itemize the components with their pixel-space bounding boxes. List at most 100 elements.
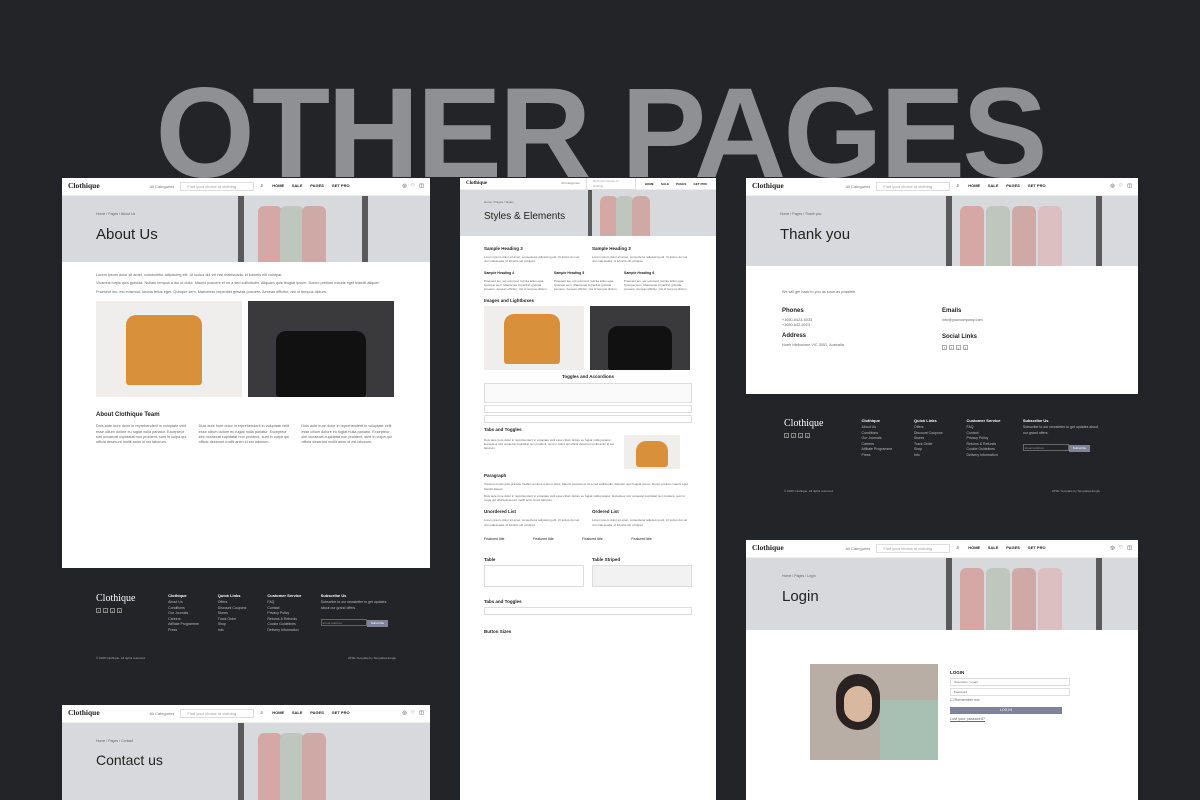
- page-banner: Home / Pages / About Us About Us: [62, 196, 430, 262]
- accordion-item[interactable]: [484, 607, 692, 616]
- nav-get-pro[interactable]: GET PRO: [332, 183, 350, 188]
- brand-logo[interactable]: Clothique: [466, 180, 487, 187]
- search-icon[interactable]: ⌕: [260, 183, 263, 190]
- facebook-icon[interactable]: f: [784, 433, 789, 438]
- user-icon[interactable]: ◎: [402, 710, 406, 717]
- paragraph-text: Duis aute irure dolor in reprehenderit i…: [484, 493, 685, 502]
- credit-link[interactable]: HTML Template by TemplatesJungle: [348, 656, 396, 660]
- cart-icon[interactable]: ◫: [419, 710, 424, 717]
- black-tshirt-image[interactable]: [590, 306, 690, 371]
- nav-sale[interactable]: SALE: [292, 183, 303, 188]
- wishlist-icon[interactable]: ♡: [1119, 545, 1123, 552]
- twitter-icon[interactable]: t: [791, 433, 796, 438]
- featured-item: Featured title: [484, 536, 505, 541]
- footer-logo[interactable]: Clothique: [784, 418, 850, 429]
- youtube-icon[interactable]: y: [110, 608, 115, 613]
- search-input[interactable]: Find your choice of clothing: [876, 181, 951, 192]
- twitter-icon[interactable]: t: [103, 608, 108, 613]
- nav-get-pro[interactable]: GET PRO: [1028, 183, 1046, 188]
- brand-logo[interactable]: Clothique: [68, 708, 100, 719]
- category-select[interactable]: All Categories: [845, 546, 870, 552]
- footer-link[interactable]: Delivery Information: [967, 453, 1011, 459]
- cart-icon[interactable]: ◫: [1127, 545, 1132, 552]
- cart-icon[interactable]: ◫: [419, 183, 424, 190]
- nav-pages[interactable]: PAGES: [310, 710, 324, 715]
- top-nav: Clothique All Categories Find your choic…: [62, 705, 430, 723]
- category-select[interactable]: All Categories: [561, 181, 580, 185]
- social-links: f t y x: [942, 345, 1102, 351]
- x-icon[interactable]: x: [117, 608, 122, 613]
- user-icon[interactable]: ◎: [1110, 183, 1114, 190]
- facebook-icon[interactable]: f: [942, 345, 947, 351]
- nav-sale[interactable]: SALE: [988, 183, 999, 188]
- nav-pages[interactable]: PAGES: [1006, 183, 1020, 188]
- wishlist-icon[interactable]: ♡: [1119, 183, 1123, 190]
- footer-logo[interactable]: Clothique: [96, 593, 156, 604]
- footer-bottom: © 2025 Clothique. All rights reserved. H…: [96, 656, 396, 660]
- nav-home[interactable]: HOME: [272, 710, 284, 715]
- footer-link[interactable]: Delivery Information: [267, 628, 308, 634]
- email-text[interactable]: info@yourcompany.com: [942, 318, 1102, 323]
- wishlist-icon[interactable]: ♡: [411, 183, 415, 190]
- nav-get-pro[interactable]: GET PRO: [1028, 545, 1046, 550]
- login-button[interactable]: LOG IN: [950, 706, 1062, 714]
- facebook-icon[interactable]: f: [96, 608, 101, 613]
- search-icon[interactable]: ⌕: [956, 183, 959, 190]
- search-input[interactable]: Find your choice of clothing: [585, 178, 636, 190]
- nav-home[interactable]: HOME: [272, 183, 284, 188]
- nav-sale[interactable]: SALE: [661, 182, 669, 186]
- nav-sale[interactable]: SALE: [988, 545, 999, 550]
- brand-logo[interactable]: Clothique: [68, 181, 100, 192]
- nav-home[interactable]: HOME: [645, 182, 654, 186]
- search-input[interactable]: Find your choice of clothing: [180, 708, 255, 719]
- user-icon[interactable]: ◎: [402, 183, 406, 190]
- nav-pages[interactable]: PAGES: [310, 183, 324, 188]
- accordion-item[interactable]: [484, 404, 692, 413]
- wishlist-icon[interactable]: ♡: [411, 710, 415, 717]
- email-field[interactable]: Email Address: [320, 619, 367, 627]
- password-input[interactable]: Password: [950, 688, 1070, 697]
- login-form: LOGIN Username / email Password ☐ Rememb…: [950, 664, 1070, 760]
- nav-sale[interactable]: SALE: [292, 710, 303, 715]
- nav-get-pro[interactable]: GET PRO: [332, 710, 350, 715]
- nav-home[interactable]: HOME: [968, 183, 980, 188]
- category-select[interactable]: All Categories: [149, 711, 174, 717]
- nav-home[interactable]: HOME: [968, 545, 980, 550]
- nav-pages[interactable]: PAGES: [676, 182, 686, 186]
- sample-heading: Sample Heading 5: [554, 270, 585, 275]
- nav-pages[interactable]: PAGES: [1006, 545, 1020, 550]
- accordion-item[interactable]: [484, 382, 692, 403]
- brand-logo[interactable]: Clothique: [752, 543, 784, 554]
- footer-link[interactable]: Info: [914, 453, 954, 459]
- search-icon[interactable]: ⌕: [956, 545, 959, 552]
- credit-link[interactable]: HTML Template by TemplatesJungle: [1052, 489, 1100, 493]
- remember-checkbox[interactable]: ☐ Remember me: [950, 698, 1070, 703]
- social-links: f t y x: [96, 608, 156, 613]
- cart-icon[interactable]: ◫: [1127, 183, 1132, 190]
- user-icon[interactable]: ◎: [1110, 545, 1114, 552]
- x-icon[interactable]: x: [963, 345, 968, 351]
- tab-image: [624, 435, 680, 470]
- x-icon[interactable]: x: [805, 433, 810, 438]
- youtube-icon[interactable]: y: [956, 345, 961, 351]
- subscribe-button[interactable]: Subscribe: [366, 620, 389, 628]
- subscribe-button[interactable]: Subscribe: [1068, 445, 1091, 453]
- orange-tshirt-image[interactable]: [484, 306, 584, 371]
- twitter-icon[interactable]: t: [949, 345, 954, 351]
- login-heading: LOGIN: [950, 670, 965, 675]
- username-input[interactable]: Username / email: [950, 678, 1070, 687]
- category-select[interactable]: All Categories: [845, 184, 870, 190]
- brand-logo[interactable]: Clothique: [752, 181, 784, 192]
- accordion-item[interactable]: [484, 414, 692, 423]
- search-input[interactable]: Find your choice of clothing: [180, 181, 255, 192]
- nav-get-pro[interactable]: GET PRO: [693, 182, 707, 186]
- youtube-icon[interactable]: y: [798, 433, 803, 438]
- search-icon[interactable]: ⌕: [260, 710, 263, 717]
- category-select[interactable]: All Categories: [149, 184, 174, 190]
- footer-link[interactable]: Info: [218, 628, 256, 634]
- email-field[interactable]: Email Address: [1022, 444, 1069, 452]
- footer-link[interactable]: Press: [862, 453, 902, 459]
- search-input[interactable]: Find your choice of clothing: [876, 543, 951, 554]
- footer-link[interactable]: Press: [168, 628, 206, 634]
- lost-password-link[interactable]: Lost your password?: [950, 717, 1070, 722]
